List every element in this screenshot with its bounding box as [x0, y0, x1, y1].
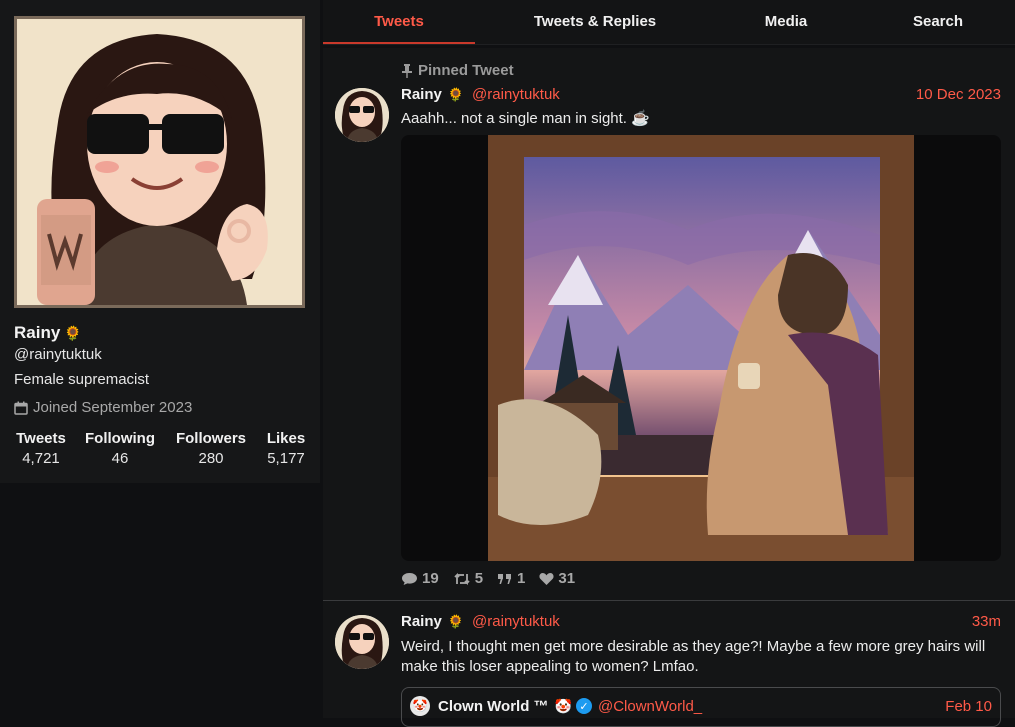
tweet-author-handle[interactable]: @rainytuktuk [472, 613, 560, 630]
quoted-tweet[interactable]: 🤡 Clown World ™ 🤡 ✓ @ClownWorld_ Feb 10 [401, 687, 1001, 727]
profile-card: Rainy 🌻 @rainytuktuk Female supremacist J… [0, 0, 320, 483]
tweet-avatar[interactable] [335, 88, 389, 142]
tab-tweets[interactable]: Tweets [323, 0, 475, 44]
avatar-image [335, 615, 389, 669]
tweet-date[interactable]: 10 Dec 2023 [916, 86, 1001, 103]
sunflower-icon: 🌻 [447, 613, 465, 629]
tweet-image [488, 135, 914, 561]
quote-icon [498, 573, 512, 584]
retweet-count: 5 [474, 570, 484, 587]
retweet-stat[interactable]: 5 [453, 570, 483, 587]
stat-tweets[interactable]: Tweets 4,721 [14, 430, 68, 467]
profile-name: Rainy 🌻 [14, 323, 82, 343]
retweet-icon [454, 572, 470, 585]
stat-label: Following [85, 430, 155, 447]
stat-label: Tweets [16, 430, 66, 447]
profile-joined: Joined September 2023 [14, 399, 192, 416]
stat-value: 46 [111, 450, 129, 467]
heart-icon [539, 572, 554, 585]
quoted-author-name[interactable]: Clown World ™ [438, 698, 549, 715]
verified-icon: ✓ [575, 698, 592, 714]
profile-tabs: Tweets Tweets & Replies Media Search [323, 0, 1015, 45]
tweet-media[interactable] [401, 135, 1001, 561]
profile-bio: Female supremacist [14, 371, 150, 388]
tweet-author-name[interactable]: Rainy [401, 86, 442, 103]
quote-count: 1 [517, 570, 526, 587]
sunflower-icon: 🌻 [64, 325, 82, 341]
tweet-avatar[interactable] [335, 615, 389, 669]
like-stat[interactable]: 31 [539, 570, 575, 587]
profile-name-text: Rainy [14, 323, 61, 342]
stat-value: 4,721 [22, 450, 60, 467]
profile-avatar-image [17, 19, 302, 305]
tweet-header: Rainy 🌻 @rainytuktuk 10 Dec 2023 [401, 86, 1001, 103]
stat-followers[interactable]: Followers 280 [174, 430, 248, 467]
avatar-image [335, 88, 389, 142]
tweet-author-handle[interactable]: @rainytuktuk [472, 86, 560, 103]
tab-search[interactable]: Search [883, 0, 993, 44]
tweet-stats: 19 5 1 31 [401, 570, 575, 587]
profile-joined-text: Joined September 2023 [33, 399, 193, 416]
pinned-label: Pinned Tweet [401, 62, 514, 79]
reply-count: 19 [422, 570, 439, 587]
stat-likes[interactable]: Likes 5,177 [264, 430, 308, 467]
pin-icon [402, 63, 412, 78]
profile-avatar[interactable] [14, 16, 305, 308]
tweet-pinned[interactable]: Pinned Tweet Rainy 🌻 @rainytuktuk 10 Dec… [323, 48, 1015, 600]
quoted-date[interactable]: Feb 10 [945, 698, 992, 715]
sunflower-icon: 🌻 [447, 86, 465, 102]
pinned-label-text: Pinned Tweet [418, 62, 514, 79]
quoted-avatar[interactable]: 🤡 [410, 696, 430, 716]
reply-stat[interactable]: 19 [401, 570, 439, 587]
stat-value: 5,177 [267, 450, 305, 467]
quoted-tweet-header: 🤡 Clown World ™ 🤡 ✓ @ClownWorld_ Feb 10 [410, 696, 992, 716]
calendar-icon [14, 401, 28, 415]
tweet-header: Rainy 🌻 @rainytuktuk 33m [401, 613, 1001, 630]
tweet-date[interactable]: 33m [972, 613, 1001, 630]
tweet-text: Weird, I thought men get more desirable … [401, 638, 986, 675]
tweet-text: Aaahh... not a single man in sight. ☕ [401, 110, 650, 127]
timeline: Pinned Tweet Rainy 🌻 @rainytuktuk 10 Dec… [323, 48, 1015, 727]
comment-icon [402, 572, 417, 585]
stat-value: 280 [198, 450, 224, 467]
quoted-author-handle[interactable]: @ClownWorld_ [598, 698, 702, 715]
tweet-author-name[interactable]: Rainy [401, 613, 442, 630]
tweet[interactable]: Rainy 🌻 @rainytuktuk 33m Weird, I though… [323, 601, 1015, 727]
stat-following[interactable]: Following 46 [83, 430, 157, 467]
like-count: 31 [558, 570, 576, 587]
quote-stat[interactable]: 1 [497, 570, 525, 587]
profile-handle: @rainytuktuk [14, 346, 102, 363]
tab-media[interactable]: Media [731, 0, 841, 44]
tab-tweets-replies[interactable]: Tweets & Replies [515, 0, 675, 44]
stat-label: Likes [266, 430, 306, 447]
stat-label: Followers [175, 430, 246, 447]
clown-icon: 🤡 [554, 697, 572, 714]
